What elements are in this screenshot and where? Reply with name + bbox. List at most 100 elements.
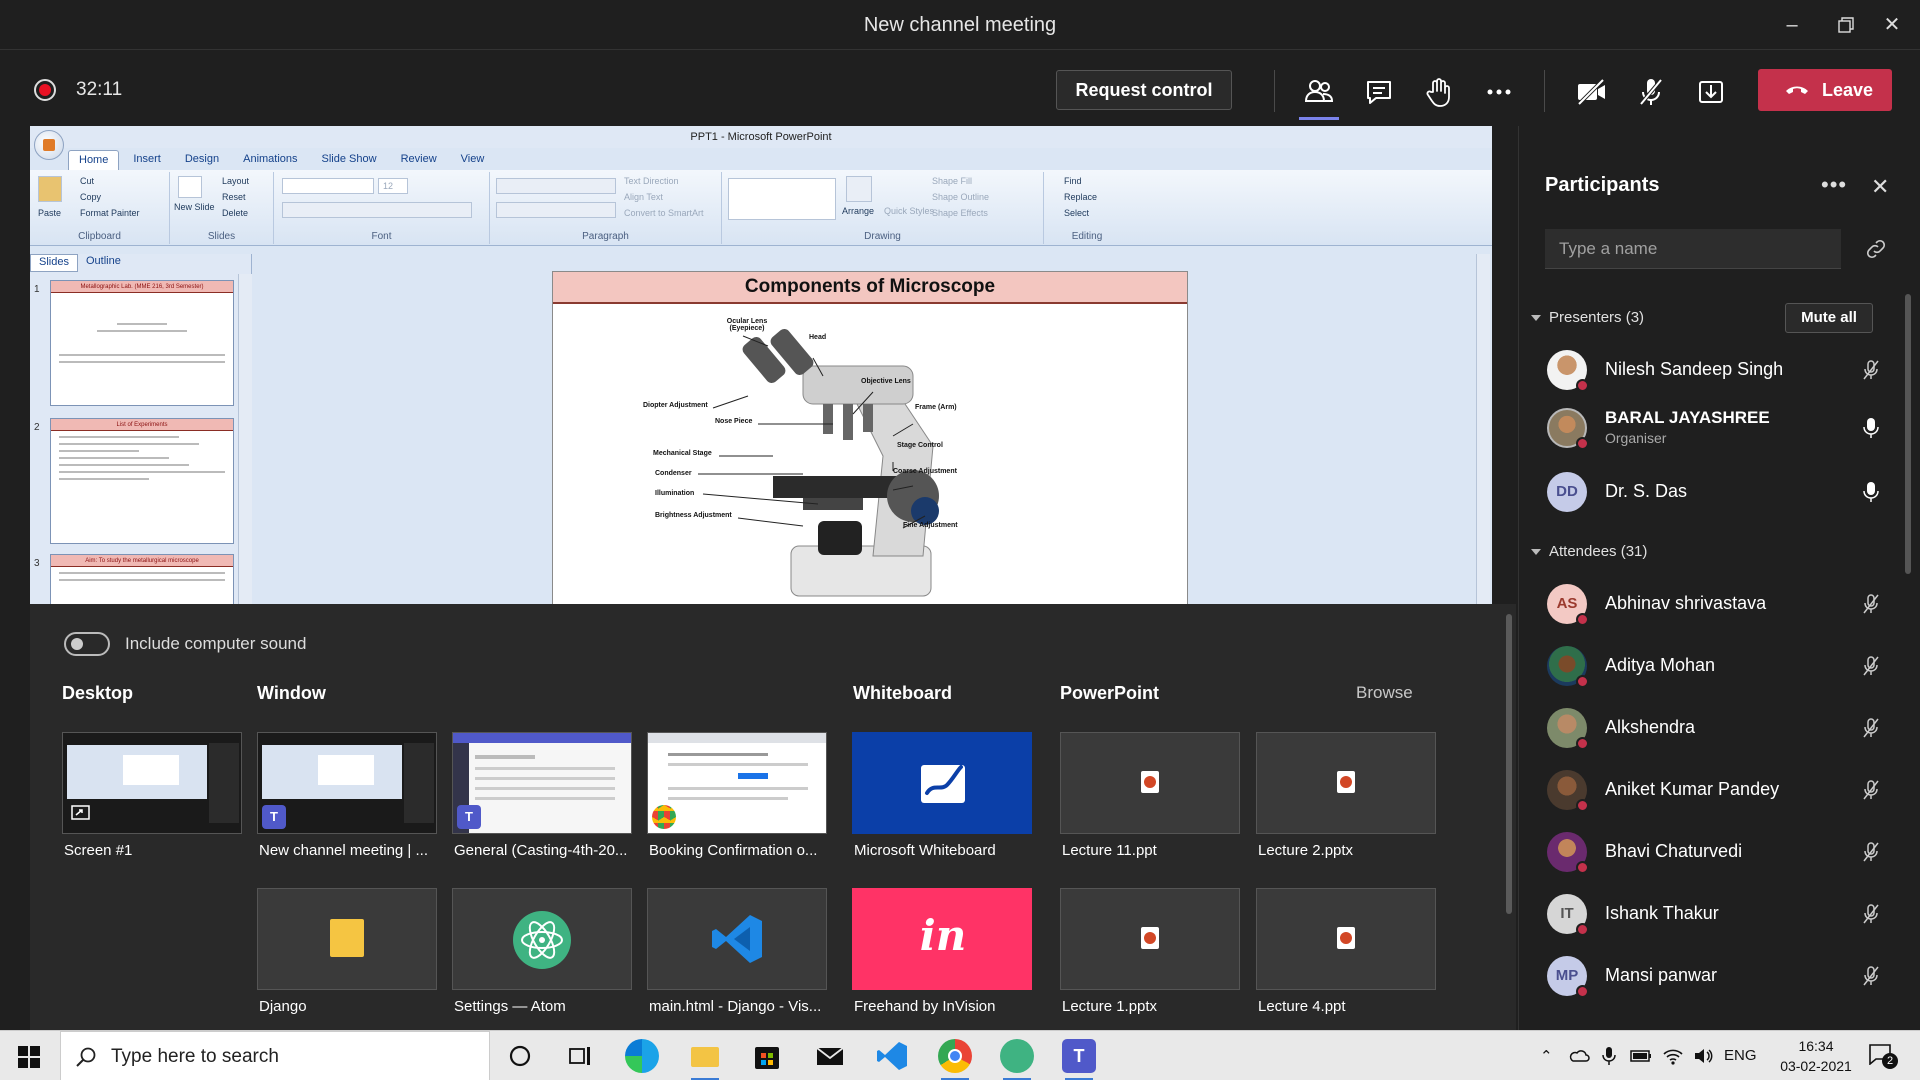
share-tile-powerpoint[interactable]: [1256, 888, 1436, 990]
mic-muted-icon[interactable]: [1859, 716, 1883, 740]
share-tile-label: Lecture 4.ppt: [1258, 998, 1346, 1015]
camera-toggle-button[interactable]: [1569, 70, 1613, 114]
participant-row[interactable]: Nilesh Sandeep Singh: [1519, 344, 1905, 396]
thumbnail-number: 2: [34, 422, 40, 433]
share-tile-window[interactable]: T: [452, 732, 632, 834]
mic-icon[interactable]: [1859, 480, 1883, 504]
participant-row[interactable]: Aniket Kumar Pandey: [1519, 764, 1905, 816]
mic-icon[interactable]: [1859, 416, 1883, 440]
ribbon-tab-review: Review: [400, 153, 437, 165]
restore-button[interactable]: [1826, 10, 1866, 40]
show-hidden-icons-button[interactable]: ⌃: [1540, 1047, 1553, 1065]
mic-muted-icon[interactable]: [1859, 964, 1883, 988]
mic-muted-icon[interactable]: [1859, 778, 1883, 802]
task-view-icon[interactable]: [563, 1039, 597, 1073]
language-indicator[interactable]: ENG: [1724, 1047, 1757, 1064]
volume-icon[interactable]: [1692, 1045, 1714, 1067]
share-tile-powerpoint[interactable]: [1256, 732, 1436, 834]
share-tile-powerpoint[interactable]: [1060, 732, 1240, 834]
ppt-file-icon: [1141, 927, 1159, 949]
share-tile-window[interactable]: [647, 732, 827, 834]
share-tile-window[interactable]: T: [257, 732, 437, 834]
people-button[interactable]: [1297, 70, 1341, 120]
leave-button[interactable]: Leave: [1758, 69, 1892, 111]
participants-scrollbar[interactable]: [1905, 294, 1911, 574]
participant-name: Abhinav shrivastava: [1605, 593, 1767, 613]
invision-icon: in: [919, 911, 967, 960]
participant-row[interactable]: Alkshendra: [1519, 702, 1905, 754]
chat-button[interactable]: [1357, 70, 1401, 114]
participant-row[interactable]: IT Ishank Thakur: [1519, 888, 1905, 940]
teams-taskbar-icon[interactable]: T: [1062, 1039, 1096, 1080]
share-tile-powerpoint[interactable]: [1060, 888, 1240, 990]
participant-row[interactable]: Aditya Mohan: [1519, 640, 1905, 692]
onedrive-icon[interactable]: [1568, 1045, 1590, 1067]
participant-row[interactable]: AS Abhinav shrivastava: [1519, 578, 1905, 630]
windows-taskbar: Type here to search T ⌃ ENG 16:34 03-02-…: [0, 1030, 1920, 1080]
edge-icon[interactable]: [625, 1039, 659, 1073]
atom-icon: [513, 911, 571, 969]
status-icon: [1576, 923, 1589, 936]
participant-search-input[interactable]: [1545, 229, 1841, 269]
action-center-button[interactable]: 2: [1868, 1043, 1898, 1069]
share-tile-window[interactable]: [452, 888, 632, 990]
microphone-tray-icon[interactable]: [1600, 1045, 1618, 1067]
mic-muted-icon[interactable]: [1859, 902, 1883, 926]
attendees-section-header[interactable]: Attendees (31): [1531, 543, 1647, 560]
mute-all-button[interactable]: Mute all: [1785, 303, 1873, 333]
browse-button[interactable]: Browse: [1356, 683, 1413, 703]
slides-pane-tabs: Slides Outline: [30, 254, 252, 272]
mail-icon[interactable]: [813, 1039, 847, 1073]
camera-off-icon: [1577, 78, 1605, 106]
participant-row[interactable]: BARAL JAYASHREE Organiser: [1519, 402, 1905, 454]
raise-hand-button[interactable]: [1417, 70, 1461, 114]
share-tile-window[interactable]: [647, 888, 827, 990]
mic-muted-icon[interactable]: [1859, 358, 1883, 382]
participants-more-button[interactable]: •••: [1821, 172, 1847, 198]
wifi-icon[interactable]: [1662, 1045, 1684, 1067]
status-icon: [1576, 437, 1589, 450]
taskbar-clock[interactable]: 16:34 03-02-2021: [1776, 1036, 1856, 1076]
mic-muted-icon[interactable]: [1859, 592, 1883, 616]
share-tile-window[interactable]: [257, 888, 437, 990]
participant-row[interactable]: Bhavi Chaturvedi: [1519, 826, 1905, 878]
participants-panel: Participants ••• ✕ Presenters (3) Mute a…: [1518, 126, 1920, 1030]
screen-share-icon: [71, 805, 90, 820]
include-sound-toggle[interactable]: [64, 632, 110, 656]
hang-up-icon: [1786, 86, 1808, 94]
share-tile-whiteboard[interactable]: [852, 732, 1032, 834]
windows-start-icon[interactable]: [18, 1046, 40, 1068]
close-panel-button[interactable]: ✕: [1871, 174, 1889, 200]
recording-icon: [34, 79, 56, 101]
share-tray-button[interactable]: [1689, 70, 1733, 114]
file-explorer-icon[interactable]: [688, 1039, 722, 1080]
participant-row[interactable]: MP Mansi panwar: [1519, 950, 1905, 1002]
request-control-button[interactable]: Request control: [1056, 70, 1232, 110]
more-actions-button[interactable]: [1477, 70, 1521, 114]
taskbar-search-box[interactable]: Type here to search: [60, 1031, 490, 1080]
share-tile-screen[interactable]: [62, 732, 242, 834]
battery-icon[interactable]: [1630, 1047, 1652, 1065]
share-tray-scrollbar[interactable]: [1506, 614, 1512, 914]
vscode-taskbar-icon[interactable]: [875, 1039, 909, 1073]
minimize-button[interactable]: –: [1772, 10, 1812, 40]
atom-taskbar-icon[interactable]: [1000, 1039, 1034, 1080]
share-invite-link-icon[interactable]: [1865, 238, 1887, 260]
copy-label: Copy: [80, 192, 102, 202]
slides-pane-scrollbar[interactable]: [238, 274, 252, 604]
slide-scrollbar[interactable]: [1476, 254, 1490, 604]
mic-toggle-button[interactable]: [1629, 70, 1673, 114]
paste-label: Paste: [38, 208, 62, 218]
share-tile-label: General (Casting-4th-20...: [454, 842, 628, 859]
mic-muted-icon[interactable]: [1859, 654, 1883, 678]
share-tile-whiteboard[interactable]: in: [852, 888, 1032, 990]
participant-row[interactable]: DD Dr. S. Das: [1519, 466, 1905, 518]
cortana-icon[interactable]: [503, 1039, 537, 1073]
mic-muted-icon[interactable]: [1859, 840, 1883, 864]
close-window-button[interactable]: ✕: [1872, 10, 1912, 40]
presenters-section-header[interactable]: Presenters (3): [1531, 309, 1644, 326]
chrome-taskbar-icon[interactable]: [938, 1039, 972, 1080]
select-label: Select: [1064, 208, 1090, 218]
store-icon[interactable]: [750, 1039, 784, 1073]
share-tile-label: Django: [259, 998, 307, 1015]
